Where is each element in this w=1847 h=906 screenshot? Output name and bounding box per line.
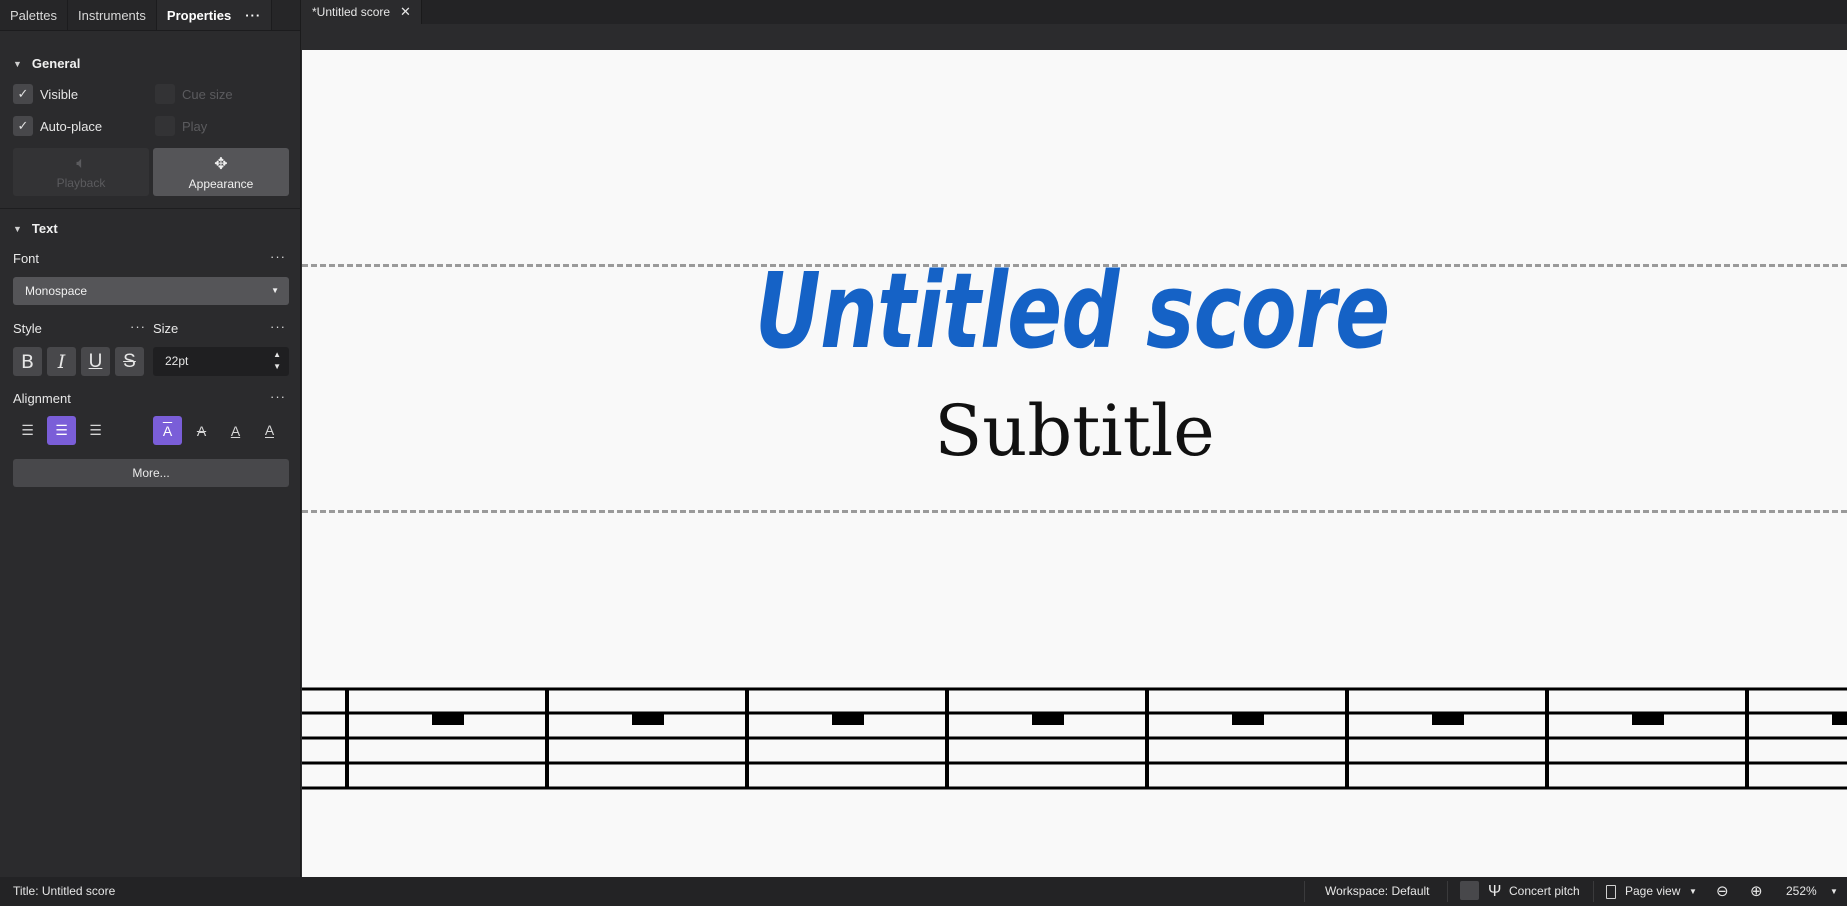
font-label: Font (13, 251, 40, 266)
general-header-label: General (31, 56, 81, 71)
align-vcenter-button[interactable]: A (187, 416, 216, 445)
text-section-header[interactable]: ▼ Text (13, 221, 58, 236)
more-button[interactable]: More... (13, 459, 289, 487)
align-center-icon: ☰ (55, 422, 68, 438)
align-bottom-icon: A (264, 422, 275, 438)
concert-pitch-checkbox[interactable] (1460, 881, 1479, 900)
status-title-info: Title: Untitled score (13, 884, 116, 898)
align-right-icon: ☰ (89, 422, 102, 438)
collapse-triangle-icon: ▼ (13, 58, 22, 69)
style-label: Style (13, 321, 42, 336)
appearance-button[interactable]: ✥ Appearance (153, 148, 289, 196)
font-dropdown-value: Monospace (25, 284, 88, 298)
check-icon: ✓ (13, 116, 33, 136)
tab-instruments[interactable]: Instruments (68, 0, 157, 30)
panel-tab-bar: Palettes Instruments Properties ··· (0, 0, 300, 31)
font-size-value: 22pt (165, 354, 189, 368)
appearance-label: Appearance (188, 176, 254, 191)
whole-rests (432, 713, 1847, 725)
alignment-label: Alignment (13, 391, 71, 406)
score-canvas[interactable]: Untitled score Subtitle (302, 50, 1847, 877)
view-mode-dropdown[interactable]: Page view (1625, 877, 1680, 906)
tab-properties-label: Properties (166, 8, 232, 23)
status-separator (1593, 881, 1594, 902)
checkbox-box-icon (155, 116, 175, 136)
chevron-down-icon[interactable]: ▼ (1830, 877, 1838, 906)
chevron-down-icon[interactable]: ▼ (1689, 877, 1697, 906)
align-right-button[interactable]: ☰ (81, 416, 110, 445)
frame-bottom-dashed-line (302, 510, 1847, 513)
close-icon[interactable]: ✕ (400, 0, 411, 24)
underline-button[interactable]: U (81, 347, 110, 376)
app-window: Palettes Instruments Properties ··· ▼ Gen… (0, 0, 1847, 906)
section-divider (0, 208, 301, 209)
checkbox-box-icon (155, 84, 175, 104)
align-vcenter-icon: A (196, 422, 207, 439)
collapse-triangle-icon: ▼ (13, 223, 22, 234)
properties-panel: Palettes Instruments Properties ··· ▼ Gen… (0, 0, 301, 877)
bold-icon: B (20, 350, 35, 373)
font-more-icon[interactable]: ··· (270, 249, 286, 264)
bold-button[interactable]: B (13, 347, 42, 376)
font-size-spinbox[interactable]: 22pt ▲ ▼ (153, 347, 289, 376)
panel-more-icon[interactable]: ··· (245, 8, 261, 23)
score-subtitle[interactable]: Subtitle (302, 390, 1847, 472)
align-center-button[interactable]: ☰ (47, 416, 76, 445)
tuning-fork-icon: Ψ (1488, 883, 1502, 900)
score-title[interactable]: Untitled score (470, 250, 1675, 372)
tab-palettes[interactable]: Palettes (0, 0, 68, 30)
auto-place-checkbox[interactable]: ✓ Auto-place (13, 116, 102, 136)
align-baseline-icon: A (230, 422, 241, 439)
workspace-selector[interactable]: Workspace: Default (1325, 877, 1430, 906)
chevron-down-icon: ▼ (271, 286, 279, 295)
speaker-icon: 🔈︎ (76, 154, 86, 172)
visible-label: Visible (40, 86, 79, 102)
playback-label: Playback (56, 175, 106, 190)
play-label: Play (182, 118, 208, 134)
strikethrough-button[interactable]: S (115, 347, 144, 376)
page-view-icon (1606, 885, 1616, 899)
style-more-icon[interactable]: ··· (130, 319, 146, 334)
italic-icon: I (57, 350, 66, 373)
font-dropdown[interactable]: Monospace ▼ (13, 277, 289, 305)
spin-arrows-icon[interactable]: ▲ ▼ (273, 349, 281, 373)
visible-checkbox[interactable]: ✓ Visible (13, 84, 78, 104)
size-label: Size (153, 321, 179, 336)
zoom-level[interactable]: 252% (1786, 877, 1817, 906)
staff-lines (302, 687, 1847, 790)
status-separator (1304, 881, 1305, 902)
general-section-header[interactable]: ▼ General (13, 56, 80, 71)
check-icon: ✓ (13, 84, 33, 104)
concert-pitch-label[interactable]: Concert pitch (1509, 877, 1580, 906)
score-toolbar (302, 24, 1847, 50)
zoom-out-icon[interactable]: ⊖ (1716, 877, 1729, 906)
align-left-button[interactable]: ☰ (13, 416, 42, 445)
align-top-button[interactable]: A (153, 416, 182, 445)
document-tab-label: *Untitled score (312, 5, 391, 19)
staff[interactable] (302, 687, 1847, 792)
zoom-in-icon[interactable]: ⊕ (1750, 877, 1763, 906)
playback-button: 🔈︎ Playback (13, 148, 149, 196)
strikethrough-icon: S (123, 350, 136, 372)
move-arrows-icon: ✥ (214, 155, 228, 173)
status-bar: Title: Untitled score Workspace: Default… (0, 877, 1847, 906)
tab-properties[interactable]: Properties ··· (156, 0, 273, 30)
play-checkbox: Play (155, 116, 207, 136)
document-tab[interactable]: *Untitled score ✕ (302, 0, 422, 24)
text-header-label: Text (31, 221, 58, 236)
cue-size-label: Cue size (182, 86, 233, 102)
align-left-icon: ☰ (21, 422, 34, 438)
underline-icon: U (88, 350, 103, 372)
italic-button[interactable]: I (47, 347, 76, 376)
align-top-icon: A (162, 422, 173, 439)
status-separator (1447, 881, 1448, 902)
align-bottom-button[interactable]: A (255, 416, 284, 445)
size-more-icon[interactable]: ··· (270, 319, 286, 334)
auto-place-label: Auto-place (40, 118, 103, 134)
document-tab-bar: *Untitled score ✕ (302, 0, 1847, 24)
cue-size-checkbox: Cue size (155, 84, 233, 104)
align-baseline-button[interactable]: A (221, 416, 250, 445)
alignment-more-icon[interactable]: ··· (270, 389, 286, 404)
